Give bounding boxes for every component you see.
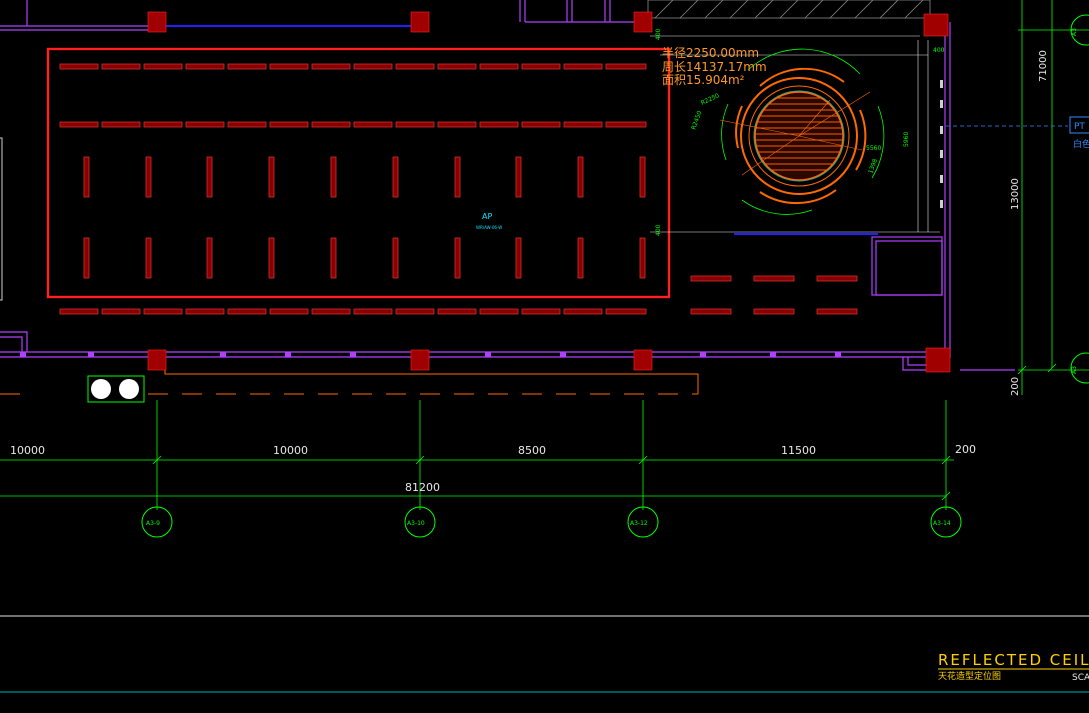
svg-text:200: 200: [955, 443, 976, 456]
svg-text:71000: 71000: [1038, 50, 1049, 82]
svg-text:1398: 1398: [867, 158, 879, 175]
column-bot-3: [633, 349, 653, 371]
light-row-4: [83, 237, 646, 279]
drawing-scale: SCA: [1072, 673, 1089, 683]
ceiling-plan-drawing: AP WR\AW-06-W R2250 R2450 5560 5960 1398…: [0, 0, 1089, 693]
grid-bubbles: [141, 506, 962, 538]
wall-ticks: [20, 352, 841, 357]
hatched-area: [647, 0, 931, 19]
column-bot-1: [147, 349, 167, 371]
svg-text:A3-12: A3-12: [630, 520, 648, 527]
svg-text:10000: 10000: [273, 444, 308, 457]
svg-text:A3-10: A3-10: [407, 520, 425, 527]
svg-text:A3-14: A3-14: [933, 520, 951, 527]
light-row-right: [690, 275, 858, 315]
svg-text:8500: 8500: [518, 444, 546, 457]
svg-text:A3: A3: [1071, 366, 1078, 374]
svg-text:R2250: R2250: [700, 92, 721, 107]
svg-text:10000: 10000: [10, 444, 45, 457]
right-dimension: [1017, 0, 1089, 395]
ap-label: AP: [482, 212, 492, 221]
svg-text:5560: 5560: [866, 145, 881, 152]
downlight-2: [119, 379, 139, 399]
svg-text:A3-9: A3-9: [146, 520, 160, 527]
column-top-1: [147, 11, 167, 33]
column-bot-2: [410, 349, 430, 371]
svg-text:400: 400: [655, 28, 662, 40]
ap-sublabel: WR\AW-06-W: [476, 225, 502, 230]
left-door-frame: [0, 137, 3, 301]
pt-label: PT: [1074, 122, 1085, 132]
ceiling-zone-outline: [46, 47, 671, 299]
light-row-2: [59, 121, 647, 128]
column-top-2: [410, 11, 430, 33]
svg-text:400: 400: [655, 224, 662, 236]
area-annotation: 面积15.904m²: [662, 73, 745, 87]
light-row-3: [83, 156, 646, 198]
light-row-5: [59, 308, 647, 315]
svg-text:A3: A3: [1071, 28, 1078, 36]
right-grid-bubbles: [1070, 14, 1089, 384]
total-dimension: 81200: [405, 481, 440, 494]
downlight-1: [91, 379, 111, 399]
svg-text:400: 400: [933, 47, 945, 54]
perimeter-annotation: 周长14137.17mm: [662, 60, 767, 74]
svg-text:13000: 13000: [1010, 178, 1021, 210]
drawing-title: REFLECTED CEILIN: [938, 651, 1089, 669]
svg-text:5960: 5960: [903, 132, 910, 147]
radius-annotation: 半径2250.00mm: [662, 46, 759, 60]
svg-text:200: 200: [1010, 377, 1021, 396]
column-top-4: [923, 13, 949, 37]
drawing-subtitle: 天花造型定位图: [938, 670, 1001, 682]
pt-sublabel: 白色: [1073, 138, 1089, 150]
svg-text:11500: 11500: [781, 444, 816, 457]
wall-lines: [0, 0, 1015, 371]
light-row-1: [59, 63, 647, 70]
svg-text:R2450: R2450: [690, 110, 703, 131]
downlights: [87, 375, 145, 403]
dimension-labels: 10000 10000 8500 11500 200 81200: [10, 443, 976, 494]
column-top-3: [633, 11, 653, 33]
column-bot-4: [925, 347, 951, 373]
